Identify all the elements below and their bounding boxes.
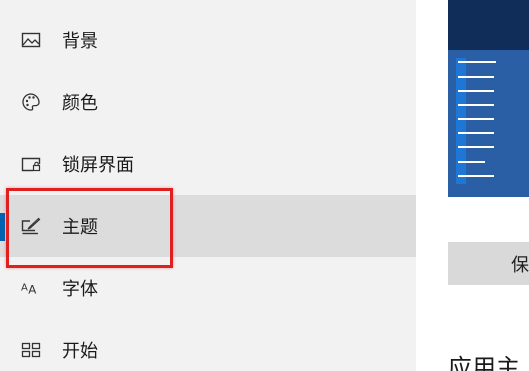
- section-title: 应用主: [448, 354, 520, 371]
- start-grid-icon: [21, 340, 41, 360]
- nav-item-label: 背景: [62, 31, 98, 52]
- nav-item-background[interactable]: 背景: [0, 9, 416, 71]
- nav-item-label: 锁屏界面: [62, 155, 134, 176]
- nav-item-label: 颜色: [62, 93, 98, 114]
- nav-item-lock-screen[interactable]: 锁屏界面: [0, 133, 416, 195]
- personalization-sidebar: 背景 颜色 锁屏界面 主题 A A 字体 开始: [0, 0, 416, 371]
- nav-item-label: 字体: [62, 279, 98, 300]
- font-icon: A A: [21, 278, 41, 298]
- nav-item-start[interactable]: 开始: [0, 319, 416, 371]
- nav-item-label: 开始: [62, 341, 98, 362]
- palette-icon: [21, 92, 41, 112]
- lock-screen-icon: [21, 154, 41, 174]
- svg-text:A: A: [28, 282, 36, 296]
- nav-item-colors[interactable]: 颜色: [0, 71, 416, 133]
- annotation-highlight-box: [6, 188, 173, 268]
- picture-icon: [21, 30, 41, 50]
- theme-preview: [448, 0, 529, 197]
- save-theme-button[interactable]: 保: [448, 242, 529, 285]
- selected-indicator: [0, 213, 5, 241]
- svg-text:A: A: [21, 283, 28, 294]
- settings-window: 背景 颜色 锁屏界面 主题 A A 字体 开始 保 应用主: [0, 0, 529, 371]
- preview-menu-lines: [458, 61, 496, 177]
